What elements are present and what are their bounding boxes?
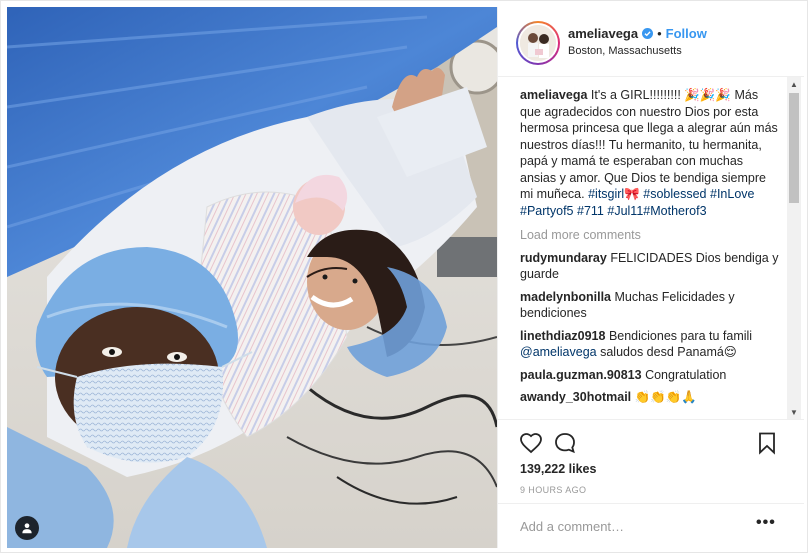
comment-text: 👏👏👏🙏	[634, 390, 697, 404]
caption-text: It's a GIRL!!!!!!!!! 🎉🎉🎉 Más que agradec…	[520, 88, 778, 201]
comment-item: linethdiaz0918 Bendiciones para tu famil…	[520, 328, 782, 361]
avatar-image	[520, 25, 556, 61]
likes-count[interactable]: 139,222 likes	[520, 462, 596, 476]
load-more-comments-button[interactable]: Load more comments	[520, 227, 782, 244]
comment-text-continued: saludos desd Panamá😌	[600, 345, 737, 359]
comment-username[interactable]: linethdiaz0918	[520, 329, 605, 343]
mention-link[interactable]: @ameliavega	[520, 345, 597, 359]
bookmark-icon	[759, 432, 775, 455]
follow-button[interactable]: Follow	[666, 26, 707, 41]
user-tag-icon	[22, 523, 32, 534]
comment-item: rudymundaray FELICIDADES Dios bendiga y …	[520, 250, 782, 283]
caption-username[interactable]: ameliavega	[520, 88, 587, 102]
scroll-up-arrow[interactable]: ▲	[787, 77, 801, 91]
comment-item: paula.guzman.90813 Congratulation	[520, 367, 782, 384]
post-side-panel: ameliavega • Follow Boston, Massachusett…	[497, 7, 804, 548]
add-comment-section: •••	[498, 503, 804, 548]
header-username[interactable]: ameliavega	[568, 26, 638, 41]
comment-text: Congratulation	[645, 367, 727, 382]
comment-item: madelynbonilla Muchas Felicidades y bend…	[520, 289, 782, 322]
comment-username[interactable]: madelynbonilla	[520, 290, 611, 304]
add-comment-input[interactable]	[520, 516, 740, 536]
comment-username[interactable]: paula.guzman.90813	[520, 368, 642, 382]
avatar[interactable]	[518, 23, 558, 63]
header-separator: •	[657, 26, 662, 41]
hashtag-link[interactable]: #soblessed	[643, 187, 706, 201]
story-ring[interactable]	[516, 21, 560, 65]
hospital-selfie-image	[7, 7, 497, 548]
hashtag-link[interactable]: #711	[577, 204, 604, 218]
save-button[interactable]	[754, 430, 780, 456]
verified-badge-icon	[642, 28, 654, 39]
heart-icon	[520, 433, 542, 454]
comment-bubble-icon	[555, 433, 575, 454]
hashtag-link[interactable]: #Partyof5	[520, 204, 574, 218]
user-tags-button[interactable]	[15, 516, 39, 540]
post-header: ameliavega • Follow Boston, Massachusett…	[498, 7, 804, 77]
like-button[interactable]	[518, 430, 544, 456]
caption: ameliavega It's a GIRL!!!!!!!!! 🎉🎉🎉 Más …	[520, 87, 782, 219]
hashtag-link[interactable]: #itsgirl🎀	[588, 187, 640, 201]
comment-item: awandy_30hotmail 👏👏👏🙏	[520, 389, 782, 406]
comment-username[interactable]: awandy_30hotmail	[520, 390, 631, 404]
comment-button[interactable]	[552, 430, 578, 456]
header-title-row: ameliavega • Follow	[568, 26, 707, 41]
post-timestamp[interactable]: 9 HOURS AGO	[520, 485, 586, 495]
hashtag-link[interactable]: #InLove	[710, 187, 754, 201]
comments-scrollbar[interactable]: ▲ ▼	[787, 77, 801, 419]
scroll-thumb[interactable]	[789, 93, 799, 203]
scroll-down-arrow[interactable]: ▼	[787, 405, 801, 419]
comments-list: ameliavega It's a GIRL!!!!!!!!! 🎉🎉🎉 Más …	[520, 87, 782, 412]
instagram-post: ameliavega • Follow Boston, Massachusett…	[0, 0, 808, 553]
post-photo[interactable]	[7, 7, 497, 548]
comments-area[interactable]: ameliavega It's a GIRL!!!!!!!!! 🎉🎉🎉 Más …	[498, 77, 804, 419]
more-options-button[interactable]: •••	[756, 515, 776, 534]
location-link[interactable]: Boston, Massachusetts	[568, 45, 682, 57]
comment-username[interactable]: rudymundaray	[520, 251, 607, 265]
post-actions: 139,222 likes 9 HOURS AGO	[498, 419, 804, 503]
hashtag-link[interactable]: #Jul11#Motherof3	[607, 204, 706, 218]
comment-text: Bendiciones para tu famili	[608, 328, 753, 343]
